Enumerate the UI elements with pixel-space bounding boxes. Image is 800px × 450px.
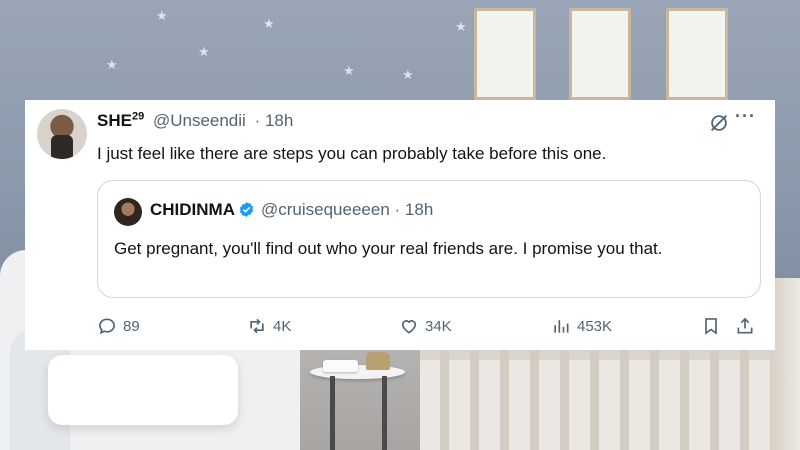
quoted-author-avatar[interactable] [114, 198, 142, 226]
repost-button[interactable]: 4K [247, 316, 291, 336]
quoted-tweet-header: CHIDINMA @cruisequeeeen · 18h [150, 200, 433, 220]
tweet-header: SHE29 @Unseendii · 18h [97, 110, 293, 131]
grok-icon[interactable] [708, 112, 730, 134]
wall-star: ★ [263, 16, 275, 31]
crib-slat [680, 350, 689, 450]
crib-slat [650, 350, 659, 450]
crib-slat [440, 350, 449, 450]
picture-frame [569, 8, 631, 100]
crib-slat [530, 350, 539, 450]
quoted-author-name[interactable]: CHIDINMA [150, 200, 235, 219]
verified-badge-icon [239, 202, 254, 217]
views-button[interactable]: 453K [551, 316, 612, 336]
crib-slat [710, 350, 719, 450]
wall-star: ★ [106, 57, 118, 72]
wall-star: ★ [402, 67, 414, 82]
wall-star: ★ [198, 44, 210, 59]
crib-slat [740, 350, 749, 450]
crib-slat [560, 350, 569, 450]
quoted-tweet[interactable]: CHIDINMA @cruisequeeeen · 18h Get pregna… [97, 180, 761, 298]
author-avatar[interactable] [37, 109, 87, 159]
repost-icon [250, 318, 264, 334]
picture-frame [474, 8, 536, 100]
crib-slat [620, 350, 629, 450]
crib-slat [470, 350, 479, 450]
bookmark-icon [705, 318, 717, 335]
tweet-time[interactable]: · 18h [255, 111, 294, 130]
wall-star: ★ [455, 19, 467, 34]
side-table-leg [382, 376, 387, 450]
author-name-superscript: 29 [131, 110, 145, 122]
reply-count: 89 [123, 317, 140, 335]
quoted-tweet-time[interactable]: · 18h [395, 200, 434, 219]
quoted-tweet-text: Get pregnant, you'll find out who your r… [114, 239, 663, 258]
author-handle[interactable]: @Unseendii [153, 111, 246, 130]
bookmark-button[interactable] [701, 316, 721, 336]
reply-button[interactable]: 89 [97, 316, 140, 336]
tweet-text: I just feel like there are steps you can… [97, 144, 607, 163]
wall-star: ★ [343, 63, 355, 78]
like-button[interactable]: 34K [399, 316, 452, 336]
author-name[interactable]: SHE29 [97, 110, 145, 130]
quoted-author-handle[interactable]: @cruisequeeeen [261, 200, 390, 219]
views-chart-icon [554, 320, 569, 333]
heart-icon [401, 320, 417, 334]
picture-frame [666, 8, 728, 100]
crib-slat [590, 350, 599, 450]
reply-icon [99, 318, 115, 335]
tweet-card[interactable]: SHE29 @Unseendii · 18h ··· I just feel l… [25, 100, 775, 350]
repost-count: 4K [273, 317, 292, 335]
wall-star: ★ [156, 8, 168, 23]
share-icon [737, 317, 753, 334]
white-box [323, 360, 358, 372]
more-options-icon[interactable]: ··· [735, 106, 756, 127]
tweet-actions: 89 4K 34K 453K [97, 316, 767, 340]
armchair-cushion [48, 355, 238, 425]
side-table-leg [330, 376, 335, 450]
views-count: 453K [577, 317, 613, 335]
crib-slat [500, 350, 509, 450]
avatar-figure [51, 135, 73, 159]
lamp-base [366, 352, 390, 370]
like-count: 34K [425, 317, 452, 335]
share-button[interactable] [735, 316, 755, 336]
